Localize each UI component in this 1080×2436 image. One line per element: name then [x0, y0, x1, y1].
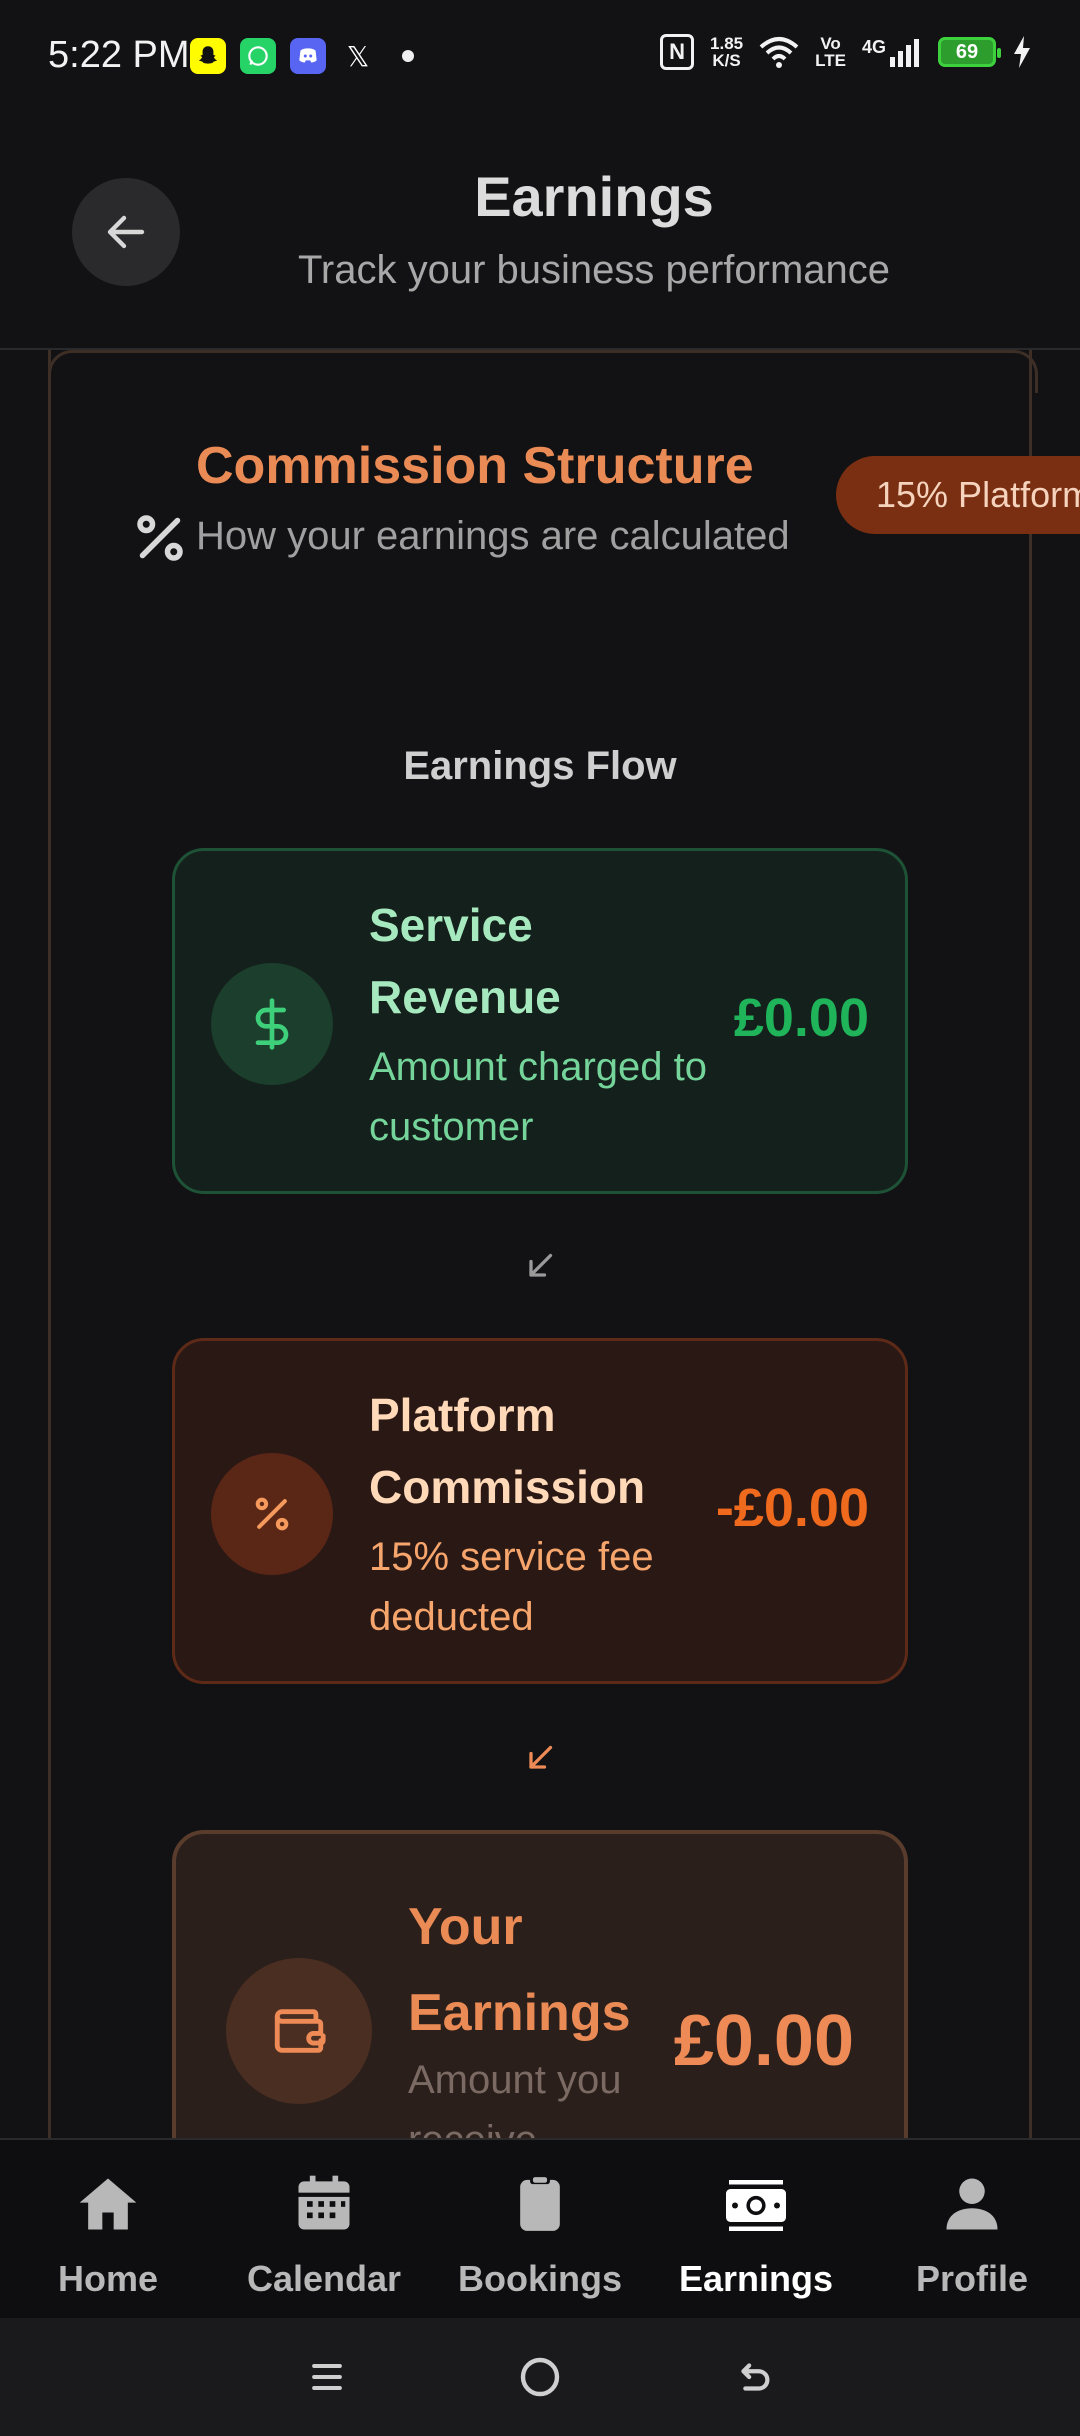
service-revenue-description: Amount charged to customer	[369, 1045, 707, 1149]
percent-icon	[137, 515, 183, 561]
service-revenue-card: Service Revenue Amount charged to custom…	[172, 848, 908, 1194]
system-back-button[interactable]	[723, 2347, 783, 2407]
whatsapp-icon	[240, 38, 276, 74]
your-earnings-title: Your Earnings	[408, 1898, 631, 2042]
arrow-down-left-icon	[529, 1253, 553, 1277]
your-earnings-amount: £0.00	[673, 2001, 854, 2081]
platform-fee-badge: 15% Platform	[836, 456, 1080, 534]
service-revenue-title: Service Revenue	[369, 899, 561, 1023]
nav-item-calendar[interactable]: Calendar	[216, 2140, 432, 2318]
wallet-icon	[274, 2009, 326, 2053]
signal-icon: 4G	[862, 37, 922, 67]
arrow-down-left-icon	[529, 1745, 553, 1769]
nav-label-profile: Profile	[915, 2258, 1029, 2299]
menu-lines-icon	[311, 2363, 342, 2391]
your-earnings-card: Your Earnings Amount you receive £0.00	[172, 1830, 908, 2138]
nav-item-home[interactable]: Home	[0, 2140, 216, 2318]
nav-item-earnings[interactable]: Earnings	[648, 2140, 864, 2318]
nav-item-profile[interactable]: Profile	[864, 2140, 1080, 2318]
main-content[interactable]: Commission Structure How your earnings a…	[0, 350, 1080, 2138]
charging-icon	[1014, 36, 1030, 68]
page-title: Earnings	[474, 165, 714, 228]
nav-label-calendar: Calendar	[246, 2258, 402, 2299]
page-header: Earnings Track your business performance	[0, 110, 1080, 350]
calendar-icon	[288, 2168, 360, 2240]
service-revenue-amount: £0.00	[733, 988, 869, 1048]
dollar-icon	[255, 998, 289, 1050]
nav-item-bookings[interactable]: Bookings	[432, 2140, 648, 2318]
system-icons: N 1.85 K/S Vo LTE 4G 69	[660, 34, 1032, 70]
network-speed-value: 1.85	[710, 34, 744, 53]
x-icon: 𝕏	[346, 40, 370, 72]
status-bar: 5:22 PM 𝕏 N 1.85 K/S Vo LTE 4G 69	[0, 0, 1080, 110]
commission-title: Commission Structure	[196, 437, 754, 495]
volte-indicator: Vo LTE	[815, 35, 846, 69]
volte-top: Vo	[820, 34, 841, 53]
your-earnings-icon-circle	[226, 1958, 372, 2104]
earnings-flow-title: Earnings Flow	[403, 744, 677, 788]
notification-icons: 𝕏	[190, 38, 414, 74]
battery-level: 69	[955, 40, 979, 63]
platform-commission-icon-circle	[211, 1453, 333, 1575]
nav-label-bookings: Bookings	[457, 2258, 622, 2299]
money-icon	[720, 2168, 792, 2240]
person-icon	[936, 2168, 1008, 2240]
recent-apps-button[interactable]	[297, 2347, 357, 2407]
network-type: 4G	[861, 37, 886, 57]
platform-commission-description: 15% service fee deducted	[369, 1535, 654, 1639]
network-speed-unit: K/S	[712, 51, 741, 70]
nav-label-home: Home	[57, 2258, 159, 2299]
snapchat-icon	[190, 38, 226, 74]
system-navigation-bar	[0, 2318, 1080, 2436]
back-arrow-icon	[741, 2363, 770, 2391]
more-notifications-dot	[402, 50, 414, 62]
platform-commission-title: Platform Commission	[369, 1389, 646, 1513]
discord-icon	[290, 38, 326, 74]
platform-commission-card: Platform Commission 15% service fee dedu…	[172, 1338, 908, 1684]
service-revenue-icon-circle	[211, 963, 333, 1085]
page-subtitle: Track your business performance	[297, 248, 891, 292]
nfc-icon: N	[660, 34, 695, 70]
bottom-navigation: Home Calendar Bookings Earnings Profile	[0, 2138, 1080, 2318]
commission-subtitle: How your earnings are calculated	[196, 514, 790, 558]
battery-icon: 69	[938, 37, 1001, 67]
platform-fee-badge-label: 15% Platform	[876, 474, 1080, 515]
clipboard-icon	[504, 2168, 576, 2240]
home-icon	[72, 2168, 144, 2240]
your-earnings-description: Amount you receive	[408, 2058, 622, 2138]
volte-bottom: LTE	[815, 51, 846, 70]
nav-label-earnings: Earnings	[678, 2258, 834, 2299]
screen: 5:22 PM 𝕏 N 1.85 K/S Vo LTE 4G 69 Earnin…	[0, 0, 1080, 2436]
home-button[interactable]	[510, 2347, 570, 2407]
wifi-icon	[759, 37, 799, 68]
circle-icon	[520, 2357, 560, 2397]
network-speed: 1.85 K/S	[710, 35, 743, 69]
platform-commission-amount: -£0.00	[715, 1478, 869, 1538]
percent-icon	[255, 1497, 289, 1531]
status-time: 5:22 PM	[48, 34, 190, 76]
